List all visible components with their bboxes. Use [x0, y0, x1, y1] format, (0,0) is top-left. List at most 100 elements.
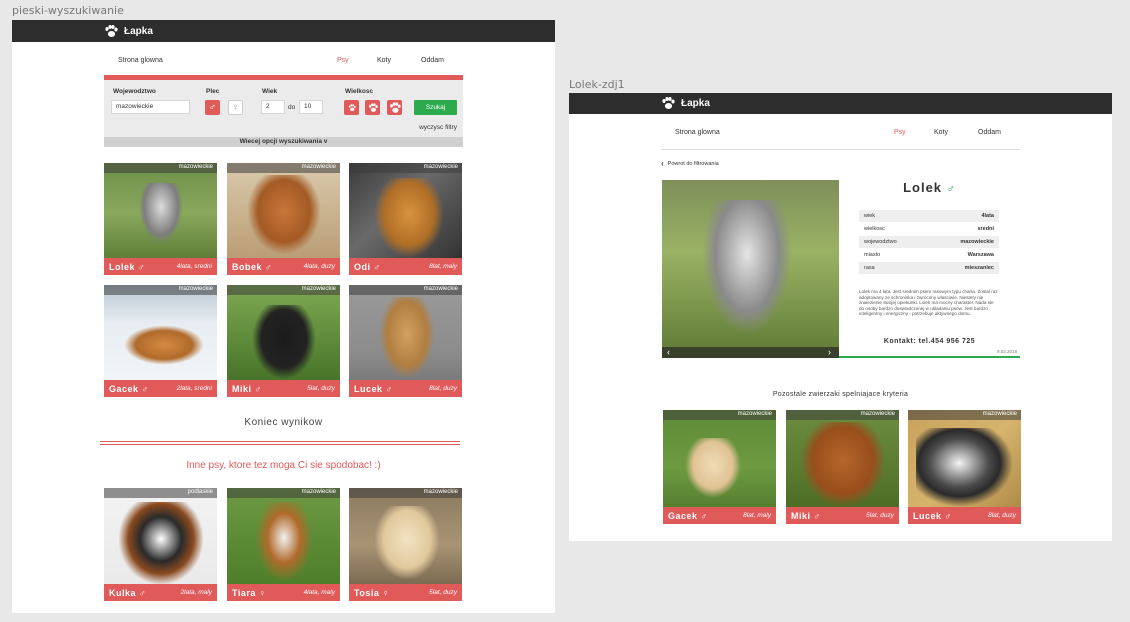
search-page: Łapka Strona glowna Psy Koty Oddam Wojew…: [12, 20, 555, 613]
dog-card[interactable]: mazowieckie Miki ♂ 5lat, duzy: [227, 285, 340, 397]
main-nav: Strona glowna Psy Koty Oddam: [675, 126, 1015, 138]
dog-card[interactable]: mazowieckie Tosia ♀ 5lat, duzy: [349, 488, 462, 601]
region-tag: mazowieckie: [104, 285, 217, 295]
dog-meta: 8lat, duzy: [429, 385, 457, 392]
back-link-label: Powrot do filtrowania: [667, 160, 719, 167]
dog-meta: 5lat, duzy: [866, 512, 894, 519]
dog-description: Lolek ma 4 lata. Jest srednim psem rasow…: [859, 289, 998, 317]
dog-name: Miki: [232, 383, 252, 394]
nav-home[interactable]: Strona glowna: [118, 57, 163, 64]
region-tag: mazowieckie: [349, 285, 462, 295]
size-large-button[interactable]: [387, 100, 402, 115]
brand-name: Łapka: [681, 98, 710, 109]
dog-figure: [800, 422, 886, 508]
female-filter-button[interactable]: ♀: [228, 100, 243, 115]
dog-card[interactable]: mazowieckie Miki ♂ 5lat, duzy: [786, 410, 899, 524]
dog-figure: [379, 297, 435, 379]
more-options-toggle[interactable]: Wiecej opcji wyszukiwania v: [104, 137, 463, 147]
female-icon: ♀: [258, 587, 267, 598]
others-title: Inne psy, ktore tez moga Ci sie spodobac…: [186, 460, 381, 471]
dog-card[interactable]: mazowieckie Lucek ♂ 8lat, duzy: [349, 285, 462, 397]
female-icon: ♀: [382, 587, 390, 598]
paw-small-icon: [348, 103, 356, 111]
nav-dogs[interactable]: Psy: [894, 129, 906, 136]
dog-card[interactable]: mazowieckie Bobek ♂ 4lata, duzy: [227, 163, 340, 275]
dog-meta: 2lata, maly: [180, 589, 212, 596]
size-small-button[interactable]: [344, 100, 359, 115]
card-info-bar: Lolek ♂ 4lata, sredni: [104, 258, 217, 275]
prev-photo-icon[interactable]: ‹: [667, 347, 670, 358]
nav-give[interactable]: Oddam: [978, 129, 1001, 136]
dog-name: Lucek: [913, 510, 942, 521]
brand-logo[interactable]: Łapka: [104, 24, 153, 38]
voivodeship-input[interactable]: mazowieckie: [111, 100, 190, 114]
dog-figure: [702, 200, 792, 335]
size-medium-button[interactable]: [365, 100, 380, 115]
dog-figure: [374, 178, 444, 258]
male-icon: ♂: [265, 261, 273, 272]
nav-home[interactable]: Strona glowna: [675, 129, 720, 136]
dog-card[interactable]: mazowieckie Lucek ♂ 8lat, duzy: [908, 410, 1021, 524]
dog-figure: [374, 506, 440, 580]
dog-figure: [124, 325, 204, 365]
dog-name: Odi: [354, 261, 371, 272]
card-info-bar: Lucek ♂ 8lat, duzy: [349, 380, 462, 397]
artboard-label-detail: Lolek-zdj1: [569, 78, 625, 91]
region-tag: mazowieckie: [349, 488, 462, 498]
dog-name: Tosia: [354, 587, 380, 598]
nav-cats[interactable]: Koty: [934, 129, 948, 136]
dog-photo-main: ‹ ›: [662, 180, 839, 358]
clear-filters-link[interactable]: wyczysc filtry: [419, 124, 457, 131]
dog-card[interactable]: podlaskie Kulka ♂ 2lata, maly: [104, 488, 217, 601]
info-row: wiek 4lata: [859, 210, 999, 222]
dog-card[interactable]: mazowieckie Odi ♂ 8lat, maly: [349, 163, 462, 275]
post-date: 9.02.2018: [996, 349, 1017, 354]
male-icon: ♂: [139, 587, 147, 598]
paw-large-icon: [389, 101, 401, 113]
age-to-input[interactable]: 10: [299, 100, 323, 114]
dog-card[interactable]: mazowieckie Lolek ♂ 4lata, sredni: [104, 163, 217, 275]
info-row: rasa mieszaniec: [859, 262, 999, 274]
next-photo-icon[interactable]: ›: [828, 347, 831, 358]
main-nav: Strona glowna Psy Koty Oddam: [118, 54, 458, 66]
male-icon: ♂: [373, 261, 381, 272]
nav-dogs[interactable]: Psy: [337, 57, 349, 64]
region-tag: mazowieckie: [349, 163, 462, 173]
dog-figure: [247, 175, 321, 255]
region-tag: mazowieckie: [227, 163, 340, 173]
dog-title: Lolek ♂: [839, 180, 1020, 195]
info-row: wojewodztwo mazowieckie: [859, 236, 999, 248]
paw-medium-icon: [368, 102, 378, 112]
dog-card[interactable]: mazowieckie Tiara ♀ 4lata, maly: [227, 488, 340, 601]
contact: Kontakt: tel.454 956 725: [883, 338, 976, 345]
brand-name: Łapka: [124, 25, 153, 37]
info-row: wielkosc sredni: [864, 226, 994, 232]
male-icon: ♂: [141, 383, 149, 394]
dog-card[interactable]: mazowieckie Gacek ♂ 8lat, maly: [663, 410, 776, 524]
back-link[interactable]: ‹ Powrot do filtrowania: [661, 159, 719, 168]
card-info-bar: Odi ♂ 8lat, maly: [349, 258, 462, 275]
dog-meta: 4lata, sredni: [176, 263, 212, 270]
male-icon: ♂: [700, 510, 708, 521]
nav-cats[interactable]: Koty: [377, 57, 391, 64]
search-button[interactable]: Szukaj: [414, 100, 457, 115]
card-info-bar: Gacek ♂ 2lata, sredni: [104, 380, 217, 397]
region-tag: mazowieckie: [786, 410, 899, 420]
artboard-label-search: pieski-wyszukiwanie: [12, 4, 124, 17]
dog-name: Gacek: [109, 383, 139, 394]
male-filter-button[interactable]: ♂: [205, 100, 220, 115]
age-label: Wiek: [262, 88, 278, 95]
age-from-input[interactable]: 2: [261, 100, 285, 114]
dog-name: Miki: [791, 510, 811, 521]
dog-meta: 8lat, maly: [429, 263, 457, 270]
card-info-bar: Miki ♂ 5lat, duzy: [227, 380, 340, 397]
voivodeship-label: Wojewodztwo: [113, 88, 156, 95]
nav-give[interactable]: Oddam: [421, 57, 444, 64]
top-bar: Łapka: [569, 93, 1112, 114]
paw-icon: [105, 24, 118, 37]
region-tag: podlaskie: [104, 488, 217, 498]
similar-title: Pozostale zwierzaki spelniajace kryteria: [772, 391, 909, 398]
dog-card[interactable]: mazowieckie Gacek ♂ 2lata, sredni: [104, 285, 217, 397]
brand-logo[interactable]: Łapka: [661, 97, 710, 110]
dog-meta: 8lat, duzy: [988, 512, 1016, 519]
